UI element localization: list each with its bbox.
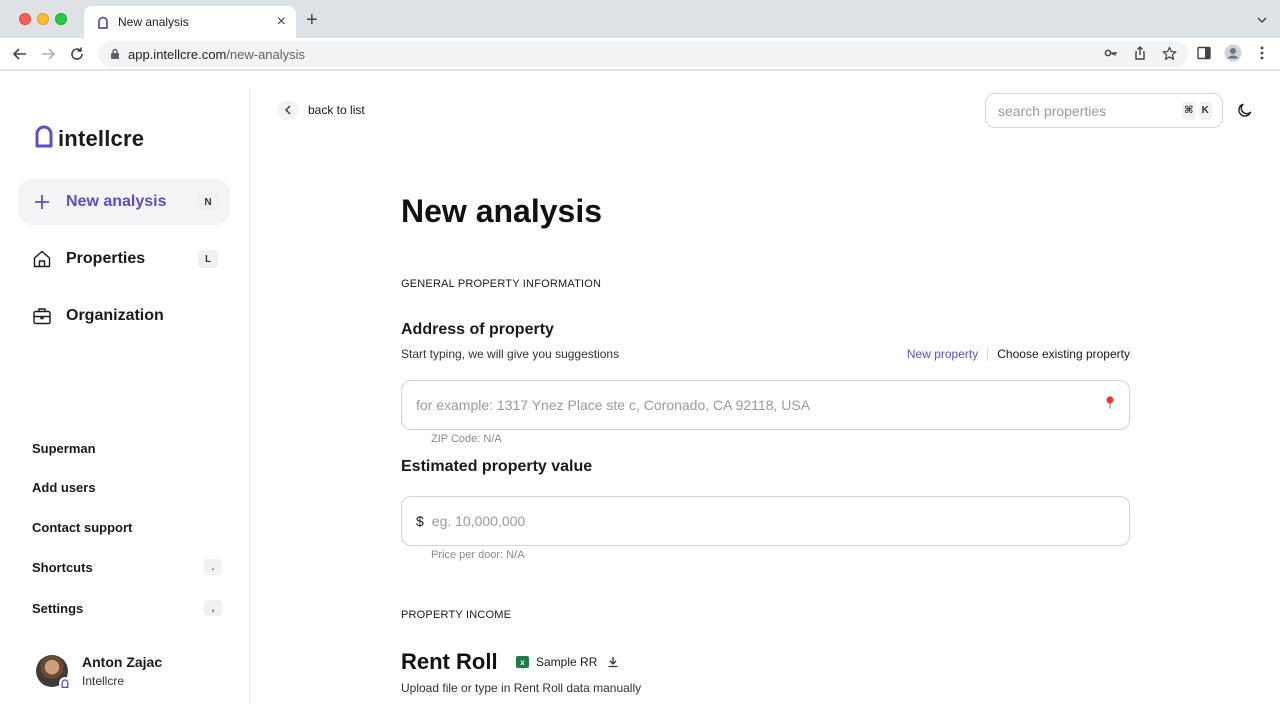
forward-arrow-icon[interactable] xyxy=(39,45,57,63)
tab-search-dropdown-icon[interactable] xyxy=(1256,13,1268,31)
new-tab-button[interactable]: + xyxy=(306,10,318,30)
address-bar[interactable]: app.intellcre.com/new-analysis xyxy=(98,41,1188,67)
zip-code-hint: ZIP Code: N/A xyxy=(431,433,502,445)
back-to-list-button[interactable]: back to list xyxy=(278,100,365,120)
download-icon[interactable] xyxy=(607,656,619,668)
currency-symbol: $ xyxy=(416,513,424,529)
sidebar-link-label: Superman xyxy=(32,441,96,456)
sample-rr-link[interactable]: x Sample RR xyxy=(516,655,619,669)
map-pin-icon xyxy=(1105,396,1115,414)
share-icon[interactable] xyxy=(1131,44,1149,62)
user-profile[interactable]: Anton Zajac Intellcre xyxy=(36,654,163,689)
choose-existing-property-tab[interactable]: Choose existing property xyxy=(988,347,1130,361)
k-key-badge: K xyxy=(1198,101,1212,120)
intellcre-favicon-icon xyxy=(96,15,110,29)
shortcut-badge: , xyxy=(204,600,222,616)
sidebar-item-label: Properties xyxy=(66,250,146,267)
property-mode-switch: New property Choose existing property xyxy=(907,347,1130,361)
moon-icon[interactable] xyxy=(1237,102,1253,118)
tab-close-icon[interactable]: × xyxy=(277,14,286,30)
reload-icon[interactable] xyxy=(68,45,86,63)
sidebar-link-label: Contact support xyxy=(32,520,133,535)
window-minimize-button[interactable] xyxy=(37,13,49,25)
sidebar-link-settings[interactable]: Settings , xyxy=(32,600,222,616)
sidebar-link-label: Settings xyxy=(32,600,84,616)
org-badge-icon xyxy=(59,677,71,689)
user-name: Anton Zajac xyxy=(82,654,163,670)
briefcase-icon xyxy=(32,306,52,326)
window-maximize-button[interactable] xyxy=(55,13,67,25)
rent-roll-subtitle: Upload file or type in Rent Roll data ma… xyxy=(401,681,642,695)
shortcut-badge: N xyxy=(198,193,218,211)
address-field[interactable] xyxy=(401,380,1130,430)
avatar xyxy=(36,655,71,689)
tab-title: New analysis xyxy=(118,15,189,29)
sample-rr-label: Sample RR xyxy=(536,655,598,669)
value-field-title: Estimated property value xyxy=(401,458,593,475)
sidebar-link-label: Add users xyxy=(32,480,96,495)
lock-icon[interactable] xyxy=(110,48,120,60)
logo-text: intellcre xyxy=(58,125,145,151)
bookmark-star-icon[interactable] xyxy=(1160,44,1178,62)
intellcre-logo-icon xyxy=(34,124,54,153)
url-host: app.intellcre.com xyxy=(128,46,227,62)
sidebar-link-shortcuts[interactable]: Shortcuts . xyxy=(32,559,222,575)
rent-roll-title: Rent Roll xyxy=(401,649,498,674)
sidebar: intellcre New analysis N Properties L Or… xyxy=(0,88,250,703)
address-field-subtitle: Start typing, we will give you suggestio… xyxy=(401,347,620,361)
sidebar-item-label: New analysis xyxy=(66,193,167,210)
back-arrow-icon[interactable] xyxy=(11,45,29,63)
logo[interactable]: intellcre xyxy=(34,124,144,153)
side-panel-icon[interactable] xyxy=(1195,44,1213,62)
section-label-general: GENERAL PROPERTY INFORMATION xyxy=(401,278,602,290)
command-key-badge: ⌘ xyxy=(1182,101,1196,120)
search-box[interactable]: ⌘ K xyxy=(985,93,1223,128)
window-close-button[interactable] xyxy=(19,13,31,25)
browser-tab[interactable]: New analysis × xyxy=(84,6,296,38)
search-input[interactable] xyxy=(998,102,1179,119)
sidebar-link-superman[interactable]: Superman xyxy=(32,441,222,456)
sidebar-item-new-analysis[interactable]: New analysis N xyxy=(18,179,230,225)
back-label: back to list xyxy=(308,103,365,117)
key-icon[interactable] xyxy=(1102,44,1120,62)
shortcut-badge: L xyxy=(198,250,218,268)
sidebar-link-add-users[interactable]: Add users xyxy=(32,480,222,495)
address-input[interactable] xyxy=(416,397,1105,413)
app-window: intellcre New analysis N Properties L Or… xyxy=(0,71,1280,720)
user-org: Intellcre xyxy=(82,674,125,688)
property-value-input[interactable] xyxy=(431,513,1115,529)
home-icon xyxy=(32,249,52,269)
browser-menu-icon[interactable] xyxy=(1253,44,1271,62)
new-property-tab[interactable]: New property xyxy=(907,347,989,361)
sidebar-link-label: Shortcuts xyxy=(32,559,93,575)
sidebar-link-contact-support[interactable]: Contact support xyxy=(32,520,222,535)
browser-tab-bar: New analysis × + xyxy=(0,0,1280,38)
section-label-income: PROPERTY INCOME xyxy=(401,609,512,621)
page-title: New analysis xyxy=(401,193,602,229)
sidebar-item-properties[interactable]: Properties L xyxy=(18,236,230,282)
chevron-left-icon xyxy=(278,100,298,120)
excel-file-icon: x xyxy=(516,656,529,668)
profile-icon[interactable] xyxy=(1224,44,1242,62)
browser-toolbar: app.intellcre.com/new-analysis xyxy=(0,38,1280,70)
price-per-door-hint: Price per door: N/A xyxy=(431,549,525,561)
shortcut-badge: . xyxy=(204,559,222,575)
url-path: /new-analysis xyxy=(226,46,306,62)
property-value-field[interactable]: $ xyxy=(401,496,1130,546)
plus-icon xyxy=(32,192,52,212)
sidebar-item-label: Organization xyxy=(66,307,164,324)
sidebar-item-organization[interactable]: Organization xyxy=(18,293,230,339)
address-field-title: Address of property xyxy=(401,321,554,338)
